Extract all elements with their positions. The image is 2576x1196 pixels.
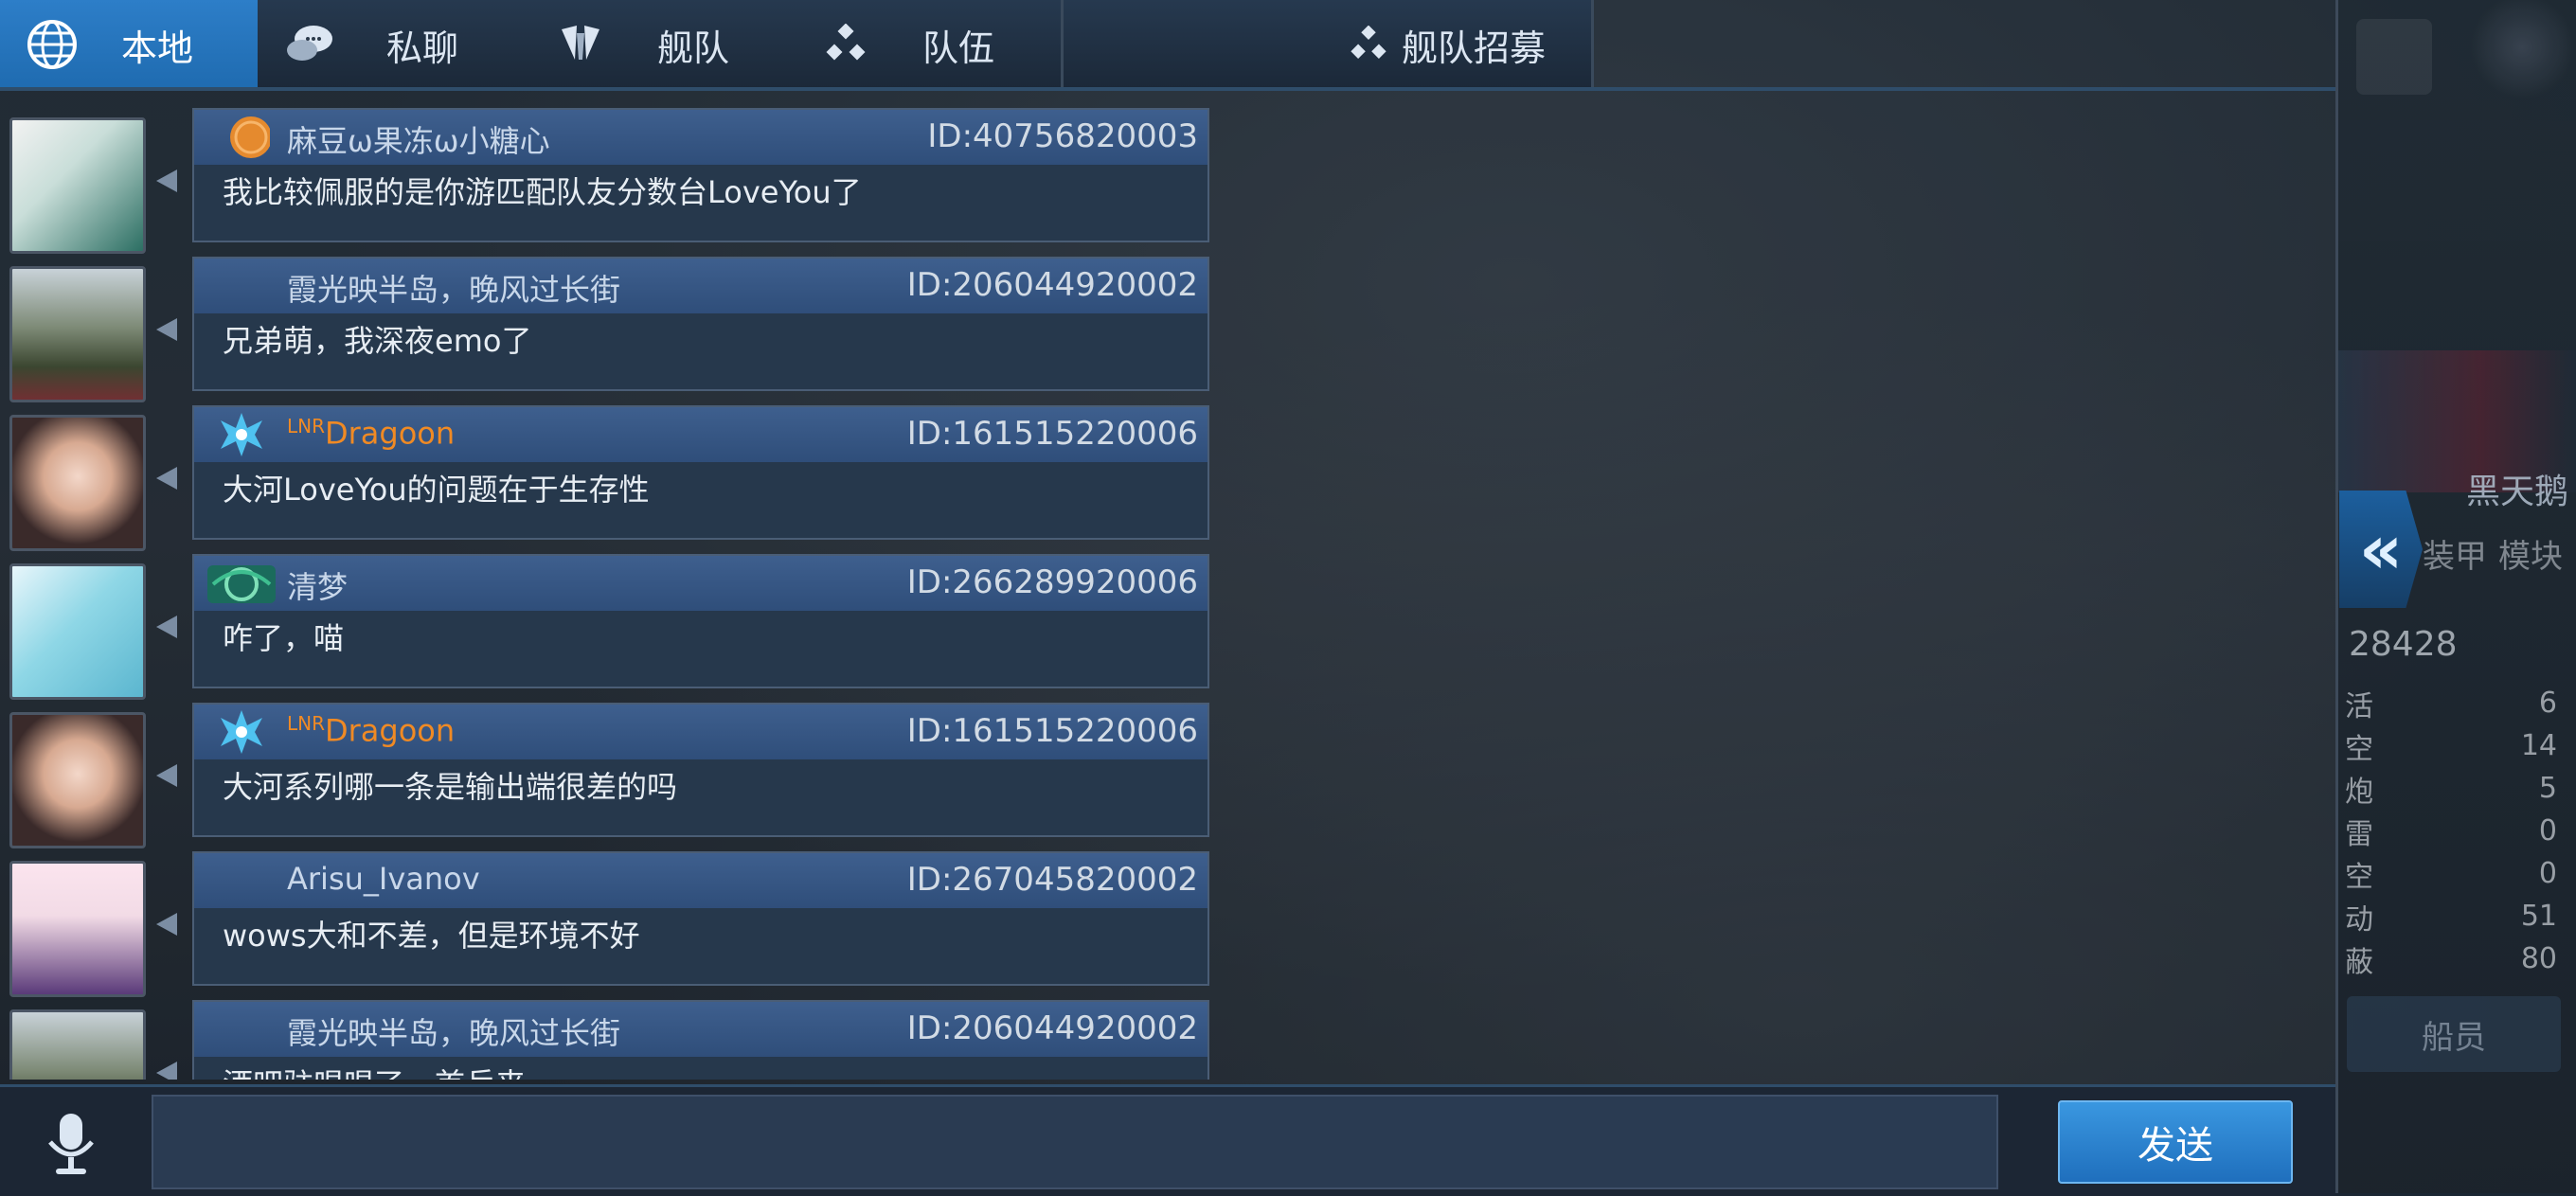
tab-local[interactable]: 本地 [0,0,260,89]
message-header: Arisu_Ivanov ID:267045820002 [194,853,1208,908]
message-header: 霞光映半岛，晚风过长街 ID:206044920002 [194,1002,1208,1057]
message-bubble: Arisu_Ivanov ID:267045820002 wows大和不差，但是… [192,851,1209,986]
chat-input-bar: 发送 [0,1084,2335,1196]
team-dots-icon [1345,21,1392,68]
message-text: 洒吧驻唱唱了一首兵来 [194,1057,1208,1080]
message-header: 麻豆ω果冻ω小糖心 ID:40756820003 [194,110,1208,165]
message-bubble: 霞光映半岛，晚风过长街 ID:206044920002 兄弟萌，我深夜emo了 [192,257,1209,391]
sender-name[interactable]: LNRDragoon [287,712,455,749]
chat-panel: 本地 私聊 舰队 队伍 舰队招募 麻豆ω果冻ω小糖心 ID:4075682000… [0,0,2338,1196]
message-header: 霞光映半岛，晚风过长街 ID:206044920002 [194,259,1208,313]
anchor-icon[interactable] [2465,0,2574,114]
ship-name: 黑天鹅 [2465,473,2568,511]
tab-local-label: 本地 [121,27,194,69]
message-text: 兄弟萌，我深夜emo了 [223,323,532,359]
team-dots-icon [813,11,879,78]
message-text: 大河系列哪一条是输出端很差的吗 [223,769,678,805]
sender-name[interactable]: 麻豆ω果冻ω小糖心 [287,117,550,161]
voice-input-button[interactable] [38,1106,104,1182]
sender-name[interactable]: 霞光映半岛，晚风过长街 [287,266,620,310]
tab-team[interactable]: 队伍 [794,0,1064,89]
tab-fleet[interactable]: 舰队 [528,0,796,89]
avatar[interactable] [9,266,146,402]
microphone-icon [48,1114,94,1174]
bubble-pointer [156,467,177,490]
orange-coin-badge [230,116,270,158]
sender-name[interactable]: LNRDragoon [287,415,455,452]
globe-icon [19,11,85,78]
message-bubble: 霞光映半岛，晚风过长街 ID:206044920002 洒吧驻唱唱了一首兵来 [192,1000,1209,1080]
send-button[interactable]: 发送 [2058,1100,2293,1184]
stat-row: 炮5 [2345,772,2557,809]
tab-private-chat[interactable]: 私聊 [258,0,531,89]
ship-stats-list: 活6 空 14 炮5 雷0 空0 动 51 蔽 80 [2337,682,2565,980]
sender-id: ID:161515220006 [906,415,1198,453]
chat-message: LNRDragoon ID:161515220006 大河LoveYou的问题在… [0,405,1231,554]
message-text: 咋了，喵 [223,620,345,656]
bubble-pointer [156,1062,177,1080]
chat-message: 麻豆ω果冻ω小糖心 ID:40756820003 我比较佩服的是你游匹配队友分数… [0,108,1231,257]
ship-total-stat: 28428 [2349,625,2458,664]
bubble-pointer [156,616,177,638]
message-text: wows大和不差，但是环境不好 [223,918,640,954]
double-chevron-left-icon: « [2358,509,2404,589]
message-header: LNRDragoon ID:161515220006 [194,407,1208,462]
bubble-pointer [156,170,177,192]
sender-id: ID:266289920006 [906,563,1198,601]
crew-button[interactable]: 船员 [2347,996,2561,1072]
chat-message: 霞光映半岛，晚风过长街 ID:206044920002 洒吧驻唱唱了一首兵来 [0,1000,1231,1080]
chat-message: 霞光映半岛，晚风过长街 ID:206044920002 兄弟萌，我深夜emo了 [0,257,1231,405]
bubble-pointer [156,913,177,936]
fleet-recruit-button[interactable]: 舰队招募 [1345,0,1546,89]
chat-message: LNRDragoon ID:161515220006 大河系列哪一条是输出端很差… [0,703,1231,851]
message-text: 我比较佩服的是你游匹配队友分数台LoveYou了 [223,174,862,210]
shop-cart-icon[interactable] [2356,19,2432,95]
blue-snowflake-badge [221,710,262,754]
message-bubble: 麻豆ω果冻ω小糖心 ID:40756820003 我比较佩服的是你游匹配队友分数… [192,108,1209,242]
collapse-chat-button[interactable]: « [2339,491,2423,608]
sender-id: ID:267045820002 [906,861,1198,899]
sender-name[interactable]: 霞光映半岛，晚风过长街 [287,1009,620,1053]
sender-id: ID:40756820003 [927,117,1198,155]
sender-id: ID:161515220006 [906,712,1198,750]
avatar[interactable] [9,861,146,997]
message-text: 大河LoveYou的问题在于生存性 [223,472,650,508]
avatar[interactable] [9,712,146,848]
bubble-pointer [156,318,177,341]
message-bubble: 清梦 ID:266289920006 咋了，喵 [192,554,1209,688]
avatar[interactable] [9,563,146,700]
stat-row: 空 14 [2345,729,2557,766]
chat-message: 清梦 ID:266289920006 咋了，喵 [0,554,1231,703]
message-header: LNRDragoon ID:161515220006 [194,705,1208,759]
message-bubble: LNRDragoon ID:161515220006 大河系列哪一条是输出端很差… [192,703,1209,837]
chat-input[interactable] [152,1095,1998,1189]
blue-snowflake-badge [221,413,262,456]
chat-bubbles-icon [277,11,343,78]
chat-message-list[interactable]: 麻豆ω果冻ω小糖心 ID:40756820003 我比较佩服的是你游匹配队友分数… [0,91,1231,1080]
sender-name[interactable]: Arisu_Ivanov [287,861,480,897]
stat-row: 空0 [2345,857,2557,894]
fleet-recruit-label: 舰队招募 [1402,27,1547,69]
tab-fleet-label: 舰队 [657,27,730,69]
sender-id: ID:206044920002 [906,266,1198,304]
message-header: 清梦 ID:266289920006 [194,556,1208,611]
stat-row: 雷0 [2345,814,2557,851]
stat-row: 活6 [2345,687,2557,723]
tab-private-chat-label: 私聊 [386,27,459,69]
tab-team-label: 队伍 [922,27,995,69]
tab-armor[interactable]: 装甲 [2423,530,2487,577]
bubble-pointer [156,764,177,787]
avatar[interactable] [9,415,146,551]
fleet-shield-icon [547,11,614,78]
green-emblem-badge [207,565,276,603]
tab-module[interactable]: 模块 [2498,530,2563,577]
sender-name[interactable]: 清梦 [287,563,348,607]
sender-id: ID:206044920002 [906,1009,1198,1047]
stat-row: 动 51 [2345,900,2557,937]
stat-row: 蔽 80 [2345,942,2557,979]
avatar[interactable] [9,1009,146,1080]
avatar[interactable] [9,117,146,254]
chat-message: Arisu_Ivanov ID:267045820002 wows大和不差，但是… [0,851,1231,1000]
message-bubble: LNRDragoon ID:161515220006 大河LoveYou的问题在… [192,405,1209,540]
